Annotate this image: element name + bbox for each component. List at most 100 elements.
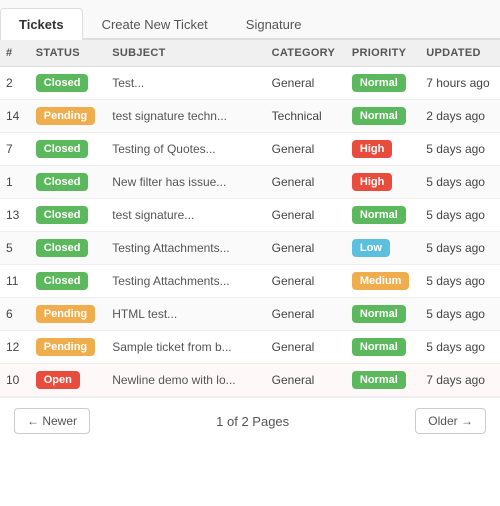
cell-updated: 5 days ago [420,166,500,199]
tab-tickets[interactable]: Tickets [0,8,83,40]
cell-status: Closed [30,67,107,100]
cell-updated: 5 days ago [420,232,500,265]
cell-num: 11 [0,265,30,298]
table-row[interactable]: 5 Closed Testing Attachments... General … [0,232,500,265]
newer-button[interactable]: ← Newer [14,408,90,434]
col-header-priority: PRIORITY [346,40,420,67]
cell-num: 14 [0,100,30,133]
status-badge: Pending [36,107,95,125]
cell-status: Closed [30,199,107,232]
cell-status: Pending [30,331,107,364]
subject-text[interactable]: Testing Attachments... [112,241,229,255]
col-header-updated: UPDATED [420,40,500,67]
cell-num: 1 [0,166,30,199]
cell-subject: New filter has issue... [106,166,265,199]
cell-priority: Normal [346,364,420,397]
status-badge: Closed [36,74,89,92]
cell-priority: Low [346,232,420,265]
status-badge: Closed [36,206,89,224]
cell-subject: test signature techn... [106,100,265,133]
cell-category: General [266,133,346,166]
cell-priority: High [346,133,420,166]
table-row[interactable]: 2 Closed Test... General Normal 7 hours … [0,67,500,100]
cell-priority: Medium [346,265,420,298]
subject-text[interactable]: HTML test... [112,307,177,321]
col-header-status: STATUS [30,40,107,67]
priority-badge: Normal [352,338,406,356]
cell-subject: HTML test... [106,298,265,331]
cell-subject: Testing of Quotes... [106,133,265,166]
cell-priority: High [346,166,420,199]
cell-status: Closed [30,166,107,199]
col-header-subject: SUBJECT [106,40,265,67]
cell-num: 10 [0,364,30,397]
status-badge: Pending [36,305,95,323]
cell-priority: Normal [346,67,420,100]
table-row[interactable]: 13 Closed test signature... General Norm… [0,199,500,232]
priority-badge: Normal [352,305,406,323]
cell-category: General [266,364,346,397]
subject-text[interactable]: test signature techn... [112,109,227,123]
cell-subject: Testing Attachments... [106,232,265,265]
status-badge: Open [36,371,80,389]
priority-badge: High [352,173,392,191]
table-row[interactable]: 7 Closed Testing of Quotes... General Hi… [0,133,500,166]
cell-updated: 5 days ago [420,298,500,331]
subject-text[interactable]: Test... [112,76,144,90]
cell-updated: 5 days ago [420,331,500,364]
cell-status: Closed [30,232,107,265]
subject-text[interactable]: New filter has issue... [112,175,226,189]
priority-badge: Low [352,239,390,257]
cell-priority: Normal [346,331,420,364]
col-header-num: # [0,40,30,67]
older-button[interactable]: Older → [415,408,486,434]
page-wrapper: Tickets Create New Ticket Signature # ST… [0,0,500,506]
cell-subject: Newline demo with lo... [106,364,265,397]
table-row[interactable]: 10 Open Newline demo with lo... General … [0,364,500,397]
status-badge: Closed [36,239,89,257]
cell-priority: Normal [346,100,420,133]
cell-status: Open [30,364,107,397]
tab-signature[interactable]: Signature [227,8,321,40]
table-row[interactable]: 11 Closed Testing Attachments... General… [0,265,500,298]
tickets-table: # STATUS SUBJECT CATEGORY PRIORITY UPDAT… [0,40,500,397]
cell-category: Technical [266,100,346,133]
cell-updated: 7 hours ago [420,67,500,100]
cell-num: 7 [0,133,30,166]
cell-num: 12 [0,331,30,364]
subject-text[interactable]: Sample ticket from b... [112,340,231,354]
subject-text[interactable]: Newline demo with lo... [112,373,235,387]
cell-num: 13 [0,199,30,232]
subject-text[interactable]: Testing Attachments... [112,274,229,288]
cell-subject: test signature... [106,199,265,232]
table-row[interactable]: 12 Pending Sample ticket from b... Gener… [0,331,500,364]
table-row[interactable]: 1 Closed New filter has issue... General… [0,166,500,199]
table-header-row: # STATUS SUBJECT CATEGORY PRIORITY UPDAT… [0,40,500,67]
cell-category: General [266,331,346,364]
cell-subject: Testing Attachments... [106,265,265,298]
table-row[interactable]: 6 Pending HTML test... General Normal 5 … [0,298,500,331]
subject-text[interactable]: test signature... [112,208,194,222]
cell-updated: 5 days ago [420,199,500,232]
cell-status: Pending [30,298,107,331]
cell-category: General [266,199,346,232]
priority-badge: Medium [352,272,410,290]
cell-subject: Test... [106,67,265,100]
table-row[interactable]: 14 Pending test signature techn... Techn… [0,100,500,133]
priority-badge: Normal [352,107,406,125]
cell-updated: 2 days ago [420,100,500,133]
pagination-info: 1 of 2 Pages [216,414,289,429]
cell-category: General [266,298,346,331]
priority-badge: Normal [352,74,406,92]
subject-text[interactable]: Testing of Quotes... [112,142,215,156]
cell-category: General [266,166,346,199]
cell-status: Pending [30,100,107,133]
col-header-category: CATEGORY [266,40,346,67]
cell-category: General [266,232,346,265]
cell-updated: 7 days ago [420,364,500,397]
cell-status: Closed [30,133,107,166]
tab-create-ticket[interactable]: Create New Ticket [83,8,227,40]
cell-status: Closed [30,265,107,298]
cell-category: General [266,67,346,100]
status-badge: Closed [36,140,89,158]
